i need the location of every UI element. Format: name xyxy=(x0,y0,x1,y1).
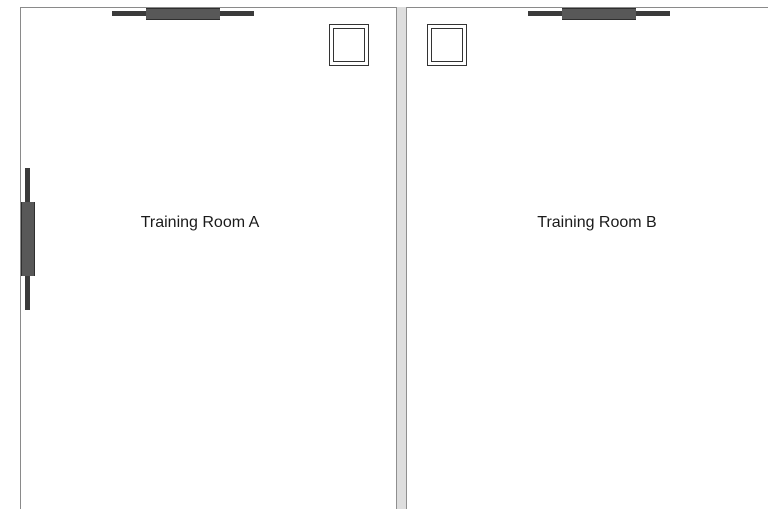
room-a-door xyxy=(21,168,35,310)
room-a-window-icon xyxy=(329,24,369,66)
room-b-ceiling-light-fixture xyxy=(528,8,670,20)
room-b-label: Training Room B xyxy=(537,214,657,231)
floor-plan: Training Room A Training Room B xyxy=(0,0,768,509)
top-wall xyxy=(20,7,768,8)
room-partition-wall xyxy=(396,7,407,509)
room-a-ceiling-light-core xyxy=(146,8,220,20)
room-a-label: Training Room A xyxy=(140,214,260,231)
room-b-ceiling-light-core xyxy=(562,8,636,20)
room-b-window-icon xyxy=(427,24,467,66)
room-a-door-panel xyxy=(21,202,35,276)
room-a-ceiling-light-fixture xyxy=(112,8,254,20)
